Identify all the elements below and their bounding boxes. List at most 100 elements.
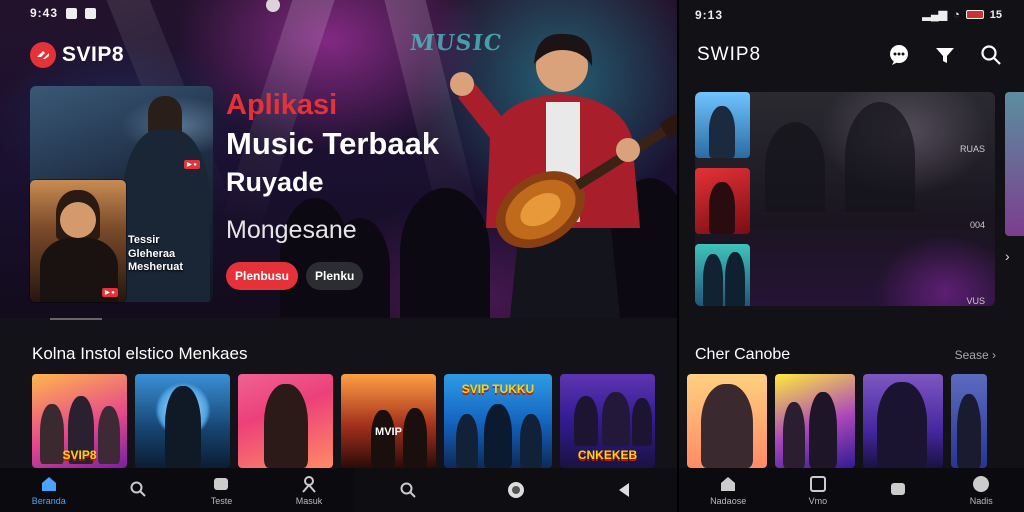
header-actions: [888, 44, 1002, 66]
search-icon[interactable]: [399, 481, 417, 499]
bottom-nav: Nadaose Vmo Nadis: [679, 468, 1024, 512]
nav-label: Nadaose: [710, 495, 747, 506]
next-panel-peek[interactable]: [1005, 92, 1024, 236]
caption-line: Tessir: [128, 234, 160, 246]
tile-figure: [701, 384, 753, 468]
headline-line-3: Ruyade: [226, 167, 324, 197]
track-meta: VUS: [966, 296, 985, 306]
notification-icon: [66, 7, 78, 19]
guitarist-illustration: [450, 33, 678, 318]
tile-label: MVIP: [375, 426, 402, 438]
square-icon: [809, 475, 827, 493]
library-icon: [212, 475, 230, 493]
tile-label: SVIP TUKKU: [461, 382, 535, 396]
tile-figure: [783, 402, 805, 468]
left-screen: MUSIC 9:43 SVIP8 ▶ ● ▶ ● Tessir Gleheraa…: [0, 0, 678, 512]
see-all-link[interactable]: Sease ›: [955, 348, 996, 362]
tile-figure: [484, 404, 512, 468]
secondary-button[interactable]: Plenku: [306, 262, 364, 290]
album-tile[interactable]: CNKEKEB: [560, 374, 655, 468]
nav-label: Masuk: [295, 495, 323, 506]
search-icon[interactable]: [980, 44, 1002, 66]
album-cover[interactable]: ▶ ●: [30, 180, 126, 302]
play-button[interactable]: Plenbusu: [226, 262, 299, 290]
tile-figure: [725, 252, 745, 306]
track-thumbnail[interactable]: [695, 244, 750, 306]
chat-icon[interactable]: [888, 44, 910, 66]
notification-icon: [85, 7, 97, 19]
tile-figure: [632, 398, 652, 446]
nav-home[interactable]: Nadaose: [710, 475, 746, 506]
tile-figure: [709, 106, 735, 158]
clock: 9:13: [695, 8, 724, 22]
album-tile[interactable]: [238, 374, 333, 468]
status-icons: ▂▄▆ ◔ 15: [922, 8, 1002, 22]
crowd-silhouette: [845, 102, 915, 212]
status-bar: 9:43: [30, 6, 97, 20]
tile-figure: [165, 386, 201, 468]
headline-line-4: Mongesane: [226, 216, 357, 244]
nav-label: Beranda: [31, 495, 66, 506]
nav-discs[interactable]: Nadis: [970, 475, 993, 506]
search-icon: [129, 480, 147, 498]
see-all-label: Sease: [954, 348, 989, 362]
headline-line-2: Music Terbaak: [226, 126, 440, 161]
filter-icon[interactable]: [934, 44, 956, 66]
tile-figure: [403, 408, 427, 468]
hero-banner[interactable]: MUSIC 9:43 SVIP8 ▶ ● ▶ ● Tessir Gleheraa…: [0, 0, 678, 318]
tile-figure: [877, 382, 927, 468]
right-screen: 9:13 ▂▄▆ ◔ 15 SWIP8 RUAS 004 VUS › Cher …: [679, 0, 1024, 512]
nav-library[interactable]: Teste: [211, 475, 232, 506]
album-tile[interactable]: [863, 374, 943, 468]
nav-video[interactable]: Vmo: [808, 475, 828, 506]
tile-figure: [371, 410, 395, 468]
hero-headline: Aplikasi Music Terbaak Ruyade Mongesane: [226, 86, 439, 246]
tile-figure: [602, 392, 630, 446]
album-tile[interactable]: SVIP8: [32, 374, 127, 468]
chevron-right-icon[interactable]: ›: [1005, 248, 1010, 264]
home-circle-icon[interactable]: [507, 481, 525, 499]
nav-profile[interactable]: Masuk: [295, 475, 323, 506]
tile-figure: [456, 414, 478, 468]
artist-face: [60, 202, 96, 238]
album-tile[interactable]: MVIP: [341, 374, 436, 468]
section-title: Kolna Instol elstico Menkaes: [32, 344, 248, 363]
caption-line: Mesheruat: [128, 261, 184, 273]
battery-icon: [965, 10, 984, 19]
track-meta: 004: [969, 220, 985, 230]
artist-head: [148, 96, 182, 134]
track-thumbnail[interactable]: [695, 92, 750, 158]
album-tile[interactable]: [775, 374, 855, 468]
tile-label: SVIP8: [62, 448, 97, 462]
artist-body: [122, 130, 210, 302]
tile-figure: [957, 394, 981, 468]
nav-search[interactable]: [129, 480, 147, 501]
app-logo[interactable]: SVIP8: [30, 42, 124, 68]
album-row: [687, 374, 987, 468]
chevron-right-icon: ›: [992, 348, 996, 362]
crowd-silhouette: [765, 122, 825, 212]
playlist-panel[interactable]: RUAS 004 VUS: [695, 92, 995, 306]
album-tile[interactable]: [135, 374, 230, 468]
carousel-indicator: [50, 318, 102, 320]
track-thumbnail[interactable]: [695, 168, 750, 234]
play-badge: ▶ ●: [184, 160, 200, 169]
back-icon[interactable]: [615, 481, 633, 499]
logo-icon: [30, 42, 56, 68]
page-title: SWIP8: [697, 44, 762, 65]
tile-figure: [703, 254, 723, 306]
nav-library[interactable]: [889, 480, 907, 501]
tile-figure: [520, 414, 542, 468]
track-meta: RUAS: [959, 144, 985, 154]
nav-home[interactable]: Beranda: [32, 475, 66, 506]
profile-icon: [300, 475, 318, 493]
signal-icon: ▂▄▆: [922, 9, 948, 21]
nav-label: Vmo: [808, 495, 828, 506]
hero-buttons: Plenbusu Plenku: [226, 262, 364, 290]
album-tile[interactable]: [687, 374, 767, 468]
album-tile[interactable]: [951, 374, 987, 468]
system-nav: [354, 468, 678, 512]
play-badge: ▶ ●: [102, 288, 118, 297]
home-icon: [40, 475, 58, 493]
album-tile[interactable]: SVIP TUKKU: [444, 374, 552, 468]
